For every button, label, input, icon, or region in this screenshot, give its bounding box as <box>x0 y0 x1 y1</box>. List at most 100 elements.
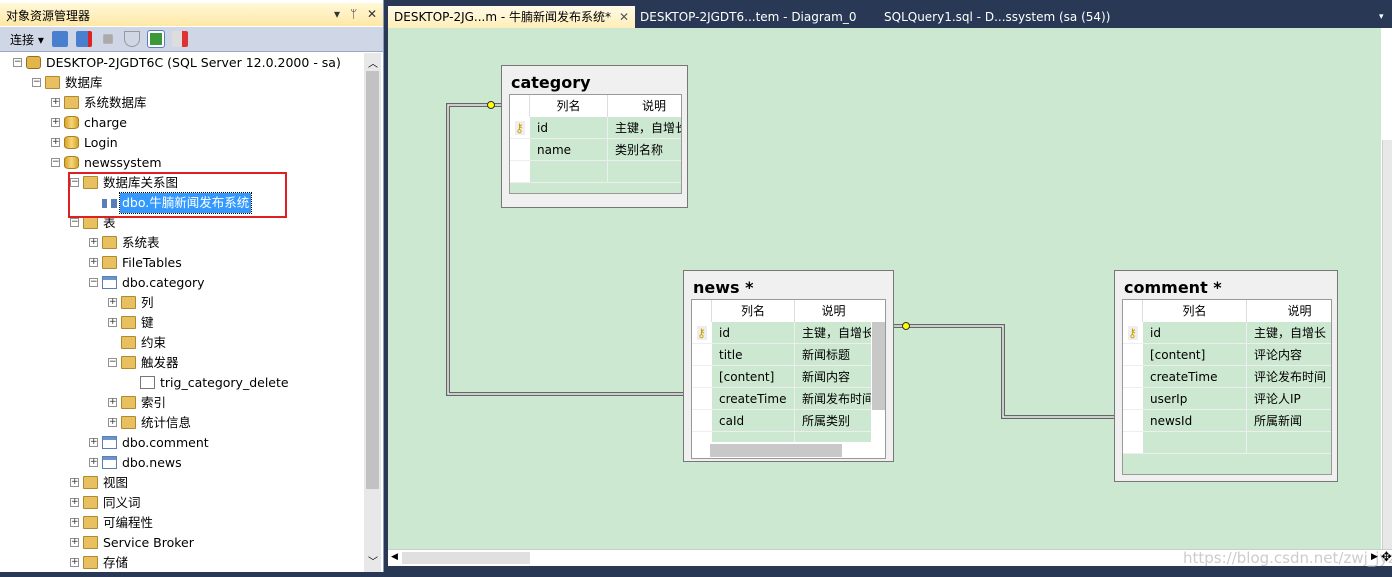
tree-node[interactable]: − DESKTOP-2JGDT6C (SQL Server 12.0.2000 -… <box>0 53 364 73</box>
tree-node[interactable]: + 系统表 <box>0 233 364 253</box>
row-selector[interactable] <box>1123 432 1143 454</box>
row-selector[interactable] <box>510 139 530 161</box>
canvas-vertical-scrollbar[interactable] <box>1381 28 1392 550</box>
scrollbar-thumb[interactable] <box>1382 140 1392 550</box>
filter-icon[interactable] <box>123 31 140 47</box>
tree-node[interactable]: + 可编程性 <box>0 513 364 533</box>
row-selector[interactable] <box>692 388 712 410</box>
tree-node[interactable]: + dbo.news <box>0 453 364 473</box>
row-selector[interactable] <box>1123 410 1143 432</box>
tab-diagram-newssystem[interactable]: DESKTOP-2JG...m - 牛腩新闻发布系统* ✕ <box>388 6 635 28</box>
expand-icon[interactable]: + <box>51 138 60 147</box>
grid-vertical-scrollbar[interactable] <box>871 300 885 442</box>
scroll-up-icon[interactable]: ︿ <box>368 55 378 70</box>
tree-node[interactable]: + 列 <box>0 293 364 313</box>
expand-icon[interactable]: + <box>70 558 79 567</box>
column-name-cell[interactable]: createTime <box>712 388 795 410</box>
column-name-cell[interactable]: id <box>530 117 608 139</box>
column-name-cell[interactable]: [content] <box>712 366 795 388</box>
column-name-cell[interactable]: title <box>712 344 795 366</box>
scroll-right-icon[interactable]: ▶ <box>1371 552 1378 562</box>
description-cell[interactable] <box>608 161 681 183</box>
table-news[interactable]: news * 列名 说明 ⚷ id 主键，自增长 title 新闻标题 [content] 新闻内… <box>683 270 894 462</box>
tree-node[interactable]: trig_category_delete <box>0 373 364 393</box>
description-cell[interactable]: 评论内容 <box>1247 344 1331 366</box>
stop-icon[interactable] <box>103 34 113 44</box>
scrollbar-thumb[interactable] <box>710 444 842 457</box>
row-selector[interactable]: ⚷ <box>1123 322 1143 344</box>
column-name-cell[interactable]: newsId <box>1143 410 1247 432</box>
collapse-icon[interactable]: − <box>108 358 117 367</box>
scroll-left-icon[interactable]: ◀ <box>391 552 398 562</box>
expand-icon[interactable]: + <box>108 298 117 307</box>
column-name-cell[interactable]: id <box>1143 322 1247 344</box>
expand-icon[interactable]: + <box>70 478 79 487</box>
expand-icon[interactable]: + <box>89 438 98 447</box>
connect-button[interactable]: 连接 ▾ <box>10 31 44 48</box>
tree-node[interactable]: 约束 <box>0 333 364 353</box>
expand-icon[interactable]: + <box>51 118 60 127</box>
column-name-cell[interactable]: [content] <box>1143 344 1247 366</box>
expand-icon[interactable]: + <box>89 258 98 267</box>
row-selector[interactable]: ⚷ <box>692 322 712 344</box>
tree-node[interactable]: + dbo.comment <box>0 433 364 453</box>
expand-icon[interactable]: + <box>108 398 117 407</box>
description-cell[interactable]: 新闻标题 <box>795 344 873 366</box>
expand-icon[interactable]: + <box>70 518 79 527</box>
row-selector[interactable] <box>1123 344 1143 366</box>
column-name-cell[interactable]: id <box>712 322 795 344</box>
column-name-cell[interactable]: createTime <box>1143 366 1247 388</box>
close-icon[interactable]: ✕ <box>367 7 377 21</box>
relationship-news-comment[interactable]: ∞ <box>894 322 1114 425</box>
connect-icon[interactable] <box>51 31 68 47</box>
tab-diagram-0[interactable]: DESKTOP-2JGDT6...tem - Diagram_0 <box>634 6 862 28</box>
column-name-cell[interactable]: name <box>530 139 608 161</box>
row-selector[interactable] <box>692 344 712 366</box>
collapse-icon[interactable]: − <box>70 218 79 227</box>
dropdown-icon[interactable]: ▾ <box>334 7 340 21</box>
column-name-cell[interactable]: userIp <box>1143 388 1247 410</box>
tree-node[interactable]: + Login <box>0 133 364 153</box>
tree-node[interactable]: + 键 <box>0 313 364 333</box>
row-selector[interactable] <box>510 161 530 183</box>
description-cell[interactable]: 新闻内容 <box>795 366 873 388</box>
tab-sqlquery1[interactable]: SQLQuery1.sql - D...ssystem (sa (54)) <box>878 6 1116 28</box>
disconnect-icon[interactable] <box>75 31 92 47</box>
row-selector[interactable] <box>692 366 712 388</box>
expand-icon[interactable]: + <box>51 98 60 107</box>
tree-node[interactable]: − newssystem <box>0 153 364 173</box>
expand-icon[interactable]: + <box>70 498 79 507</box>
column-name-cell[interactable] <box>1143 432 1247 454</box>
description-cell[interactable]: 主键，自增长 <box>608 117 681 139</box>
description-cell[interactable]: 类别名称 <box>608 139 681 161</box>
tree-node[interactable]: + FileTables <box>0 253 364 273</box>
tree-node[interactable]: − 数据库 <box>0 73 364 93</box>
stop-activity-icon[interactable] <box>171 31 188 47</box>
tree-node[interactable]: + Service Broker <box>0 533 364 553</box>
collapse-icon[interactable]: − <box>51 158 60 167</box>
grid-horizontal-scrollbar[interactable] <box>692 442 885 458</box>
description-cell[interactable]: 主键，自增长 <box>1247 322 1331 344</box>
row-selector[interactable] <box>1123 388 1143 410</box>
collapse-icon[interactable]: − <box>89 278 98 287</box>
tree-node[interactable]: − 触发器 <box>0 353 364 373</box>
collapse-icon[interactable]: − <box>32 78 41 87</box>
expand-icon[interactable]: + <box>108 418 117 427</box>
row-selector[interactable]: ⚷ <box>510 117 530 139</box>
description-cell[interactable]: 评论人IP <box>1247 388 1331 410</box>
scrollbar-thumb[interactable] <box>872 322 885 410</box>
description-cell[interactable]: 主键，自增长 <box>795 322 873 344</box>
tree-node[interactable]: + charge <box>0 113 364 133</box>
canvas-horizontal-scrollbar[interactable]: ◀ https://blog.csdn.net/zwj_jyz ▶ ✥ <box>388 549 1392 567</box>
expand-icon[interactable]: + <box>89 458 98 467</box>
tree-node[interactable]: + 视图 <box>0 473 364 493</box>
scrollbar-thumb[interactable] <box>402 552 530 564</box>
expand-icon[interactable]: + <box>89 238 98 247</box>
close-tab-icon[interactable]: ✕ <box>619 6 629 28</box>
tab-list-dropdown-icon[interactable]: ▾ <box>1373 6 1390 28</box>
refresh-icon[interactable] <box>146 30 165 48</box>
column-name-cell[interactable]: caId <box>712 410 795 432</box>
tree-scrollbar[interactable]: ︿ ﹀ <box>364 53 381 572</box>
tree-node[interactable]: + 同义词 <box>0 493 364 513</box>
table-category[interactable]: category 列名 说明 ⚷ id 主键，自增长 name 类别名称 <box>501 65 688 208</box>
